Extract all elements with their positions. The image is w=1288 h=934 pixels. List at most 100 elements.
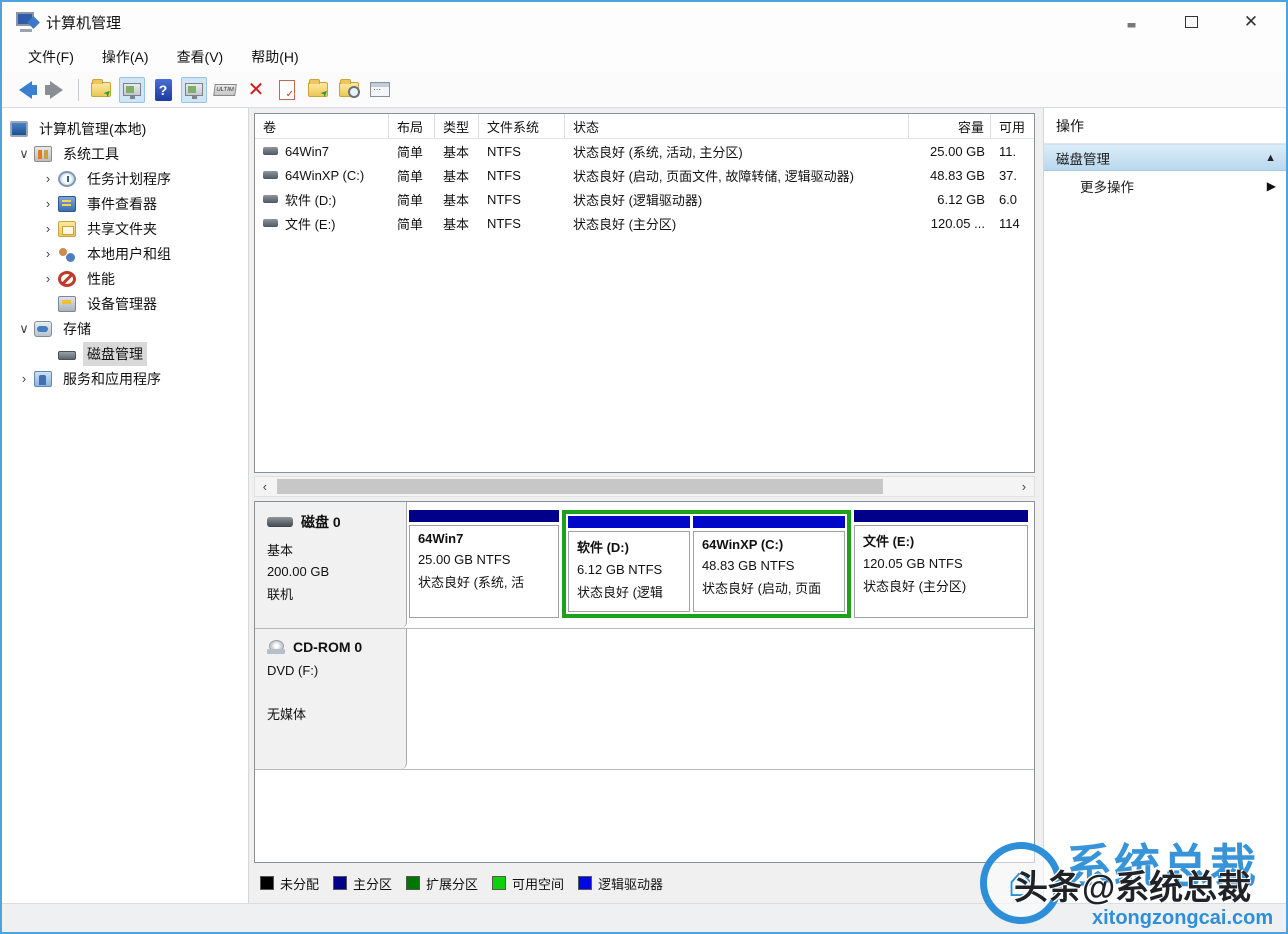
horizontal-scrollbar[interactable]: ‹ › [254, 476, 1035, 497]
column-header-filesystem[interactable]: 文件系统 [479, 114, 565, 138]
tree-item-event-viewer[interactable]: › 事件查看器 [2, 191, 248, 216]
column-header-capacity[interactable]: 容量 [909, 114, 991, 138]
disk-size: 200.00 GB [267, 564, 396, 579]
volume-name: 文件 (E:) [285, 214, 336, 233]
table-row[interactable]: 64Win7 简单 基本 NTFS 状态良好 (系统, 活动, 主分区) 25.… [255, 139, 1034, 163]
toolbar-separator [78, 79, 79, 101]
menu-file[interactable]: 文件(F) [16, 43, 86, 71]
chevron-right-icon[interactable]: › [14, 371, 34, 386]
volume-fs: NTFS [479, 192, 565, 207]
console-tree-icon[interactable] [181, 77, 207, 103]
cdrom-label[interactable]: CD-ROM 0 DVD (F:) 无媒体 [255, 629, 407, 769]
cdrom-drive: DVD (F:) [267, 663, 396, 678]
volume-type: 基本 [435, 166, 479, 185]
tree-item-label: 性能 [83, 267, 119, 291]
tree-item-label: 事件查看器 [83, 192, 161, 216]
forward-icon[interactable] [43, 77, 69, 103]
menu-help[interactable]: 帮助(H) [239, 43, 310, 71]
legend-swatch-free [492, 876, 506, 890]
table-row[interactable]: 64WinXP (C:) 简单 基本 NTFS 状态良好 (启动, 页面文件, … [255, 163, 1034, 187]
volume-icon [263, 147, 278, 155]
disk0-row: 磁盘 0 基本 200.00 GB 联机 64Win7 25.00 GB NTF… [255, 502, 1034, 629]
column-header-status[interactable]: 状态 [565, 114, 909, 138]
report-icon[interactable] [274, 77, 300, 103]
help-icon[interactable]: ? [150, 77, 176, 103]
volume-list: 卷 布局 类型 文件系统 状态 容量 可用 64Win7 简单 基本 NTFS … [254, 113, 1035, 473]
partition-size: 6.12 GB NTFS [577, 562, 681, 577]
search-folder-icon[interactable] [336, 77, 362, 103]
chevron-right-icon[interactable]: › [38, 171, 58, 186]
chevron-right-icon[interactable]: › [38, 271, 58, 286]
scrollbar-thumb[interactable] [277, 479, 883, 494]
partition-files-e[interactable]: 文件 (E:) 120.05 GB NTFS 状态良好 (主分区) [854, 510, 1028, 618]
column-header-layout[interactable]: 布局 [389, 114, 435, 138]
middle-pane: 卷 布局 类型 文件系统 状态 容量 可用 64Win7 简单 基本 NTFS … [249, 108, 1039, 903]
table-row[interactable]: 文件 (E:) 简单 基本 NTFS 状态良好 (主分区) 120.05 ...… [255, 211, 1034, 235]
export-list-icon[interactable]: ULTIM [212, 77, 238, 103]
partition-color-bar [854, 510, 1028, 522]
collapse-icon[interactable]: ▲ [1265, 152, 1276, 164]
chevron-down-icon[interactable]: ∨ [14, 321, 34, 337]
scrollbar-track[interactable] [275, 477, 1014, 496]
menu-action[interactable]: 操作(A) [90, 43, 161, 71]
partition-status: 状态良好 (启动, 页面 [702, 578, 836, 597]
tree-item-services-applications[interactable]: › 服务和应用程序 [2, 366, 248, 391]
back-icon[interactable] [12, 77, 38, 103]
column-header-type[interactable]: 类型 [435, 114, 479, 138]
refresh-folder-icon[interactable] [305, 77, 331, 103]
shared-folders-icon [58, 221, 76, 237]
open-folder-icon[interactable] [88, 77, 114, 103]
chevron-right-icon[interactable]: › [38, 221, 58, 236]
scroll-right-icon[interactable]: › [1014, 479, 1034, 494]
column-header-volume[interactable]: 卷 [255, 114, 389, 138]
tree-item-label: 本地用户和组 [83, 242, 175, 266]
actions-section-disk-management[interactable]: 磁盘管理 ▲ [1044, 144, 1286, 171]
legend-label: 逻辑驱动器 [598, 874, 663, 893]
local-users-groups-icon [58, 246, 76, 262]
volume-free: 11. [991, 144, 1029, 159]
disk-icon [267, 517, 293, 527]
maximize-icon[interactable] [1178, 11, 1204, 33]
window-title: 计算机管理 [46, 12, 121, 33]
partition-size: 120.05 GB NTFS [863, 556, 1019, 571]
tree-item-local-users-groups[interactable]: › 本地用户和组 [2, 241, 248, 266]
properties-icon[interactable] [367, 77, 393, 103]
tree-item-task-scheduler[interactable]: › 任务计划程序 [2, 166, 248, 191]
delete-icon[interactable]: ✕ [243, 77, 269, 103]
volume-status: 状态良好 (启动, 页面文件, 故障转储, 逻辑驱动器) [565, 166, 909, 185]
tree-item-system-tools[interactable]: ∨ 系统工具 [2, 141, 248, 166]
tree-item-label: 计算机管理(本地) [35, 117, 150, 141]
disk0-label[interactable]: 磁盘 0 基本 200.00 GB 联机 [255, 502, 407, 628]
tree-item-performance[interactable]: › 性能 [2, 266, 248, 291]
close-icon[interactable]: ✕ [1238, 11, 1264, 33]
actions-title: 操作 [1044, 108, 1286, 144]
more-actions-item[interactable]: 更多操作 ▶ [1044, 171, 1286, 201]
tree-item-label: 任务计划程序 [83, 167, 175, 191]
legend-item: 主分区 [333, 874, 392, 893]
scroll-left-icon[interactable]: ‹ [255, 479, 275, 494]
tree-item-storage[interactable]: ∨ 存储 [2, 316, 248, 341]
tree-item-label: 系统工具 [59, 142, 123, 166]
minimize-icon[interactable]: ▃ [1118, 11, 1144, 33]
disk-management-icon [58, 351, 76, 360]
chevron-down-icon[interactable]: ∨ [14, 146, 34, 162]
legend-swatch-unallocated [260, 876, 274, 890]
volume-name: 64WinXP (C:) [285, 168, 364, 183]
menu-view[interactable]: 查看(V) [165, 43, 236, 71]
partition-64winxp-c[interactable]: 64WinXP (C:) 48.83 GB NTFS 状态良好 (启动, 页面 [693, 516, 845, 612]
chevron-right-icon[interactable]: › [38, 196, 58, 211]
tree-item-disk-management[interactable]: 磁盘管理 [2, 341, 248, 366]
tree-item-shared-folders[interactable]: › 共享文件夹 [2, 216, 248, 241]
table-row[interactable]: 软件 (D:) 简单 基本 NTFS 状态良好 (逻辑驱动器) 6.12 GB … [255, 187, 1034, 211]
console-window-icon[interactable] [119, 77, 145, 103]
tree-item-device-manager[interactable]: 设备管理器 [2, 291, 248, 316]
disk-graphical-view: 磁盘 0 基本 200.00 GB 联机 64Win7 25.00 GB NTF… [254, 501, 1035, 863]
partition-software-d[interactable]: 软件 (D:) 6.12 GB NTFS 状态良好 (逻辑 [568, 516, 690, 612]
volume-capacity: 25.00 GB [909, 144, 991, 159]
partition-64win7[interactable]: 64Win7 25.00 GB NTFS 状态良好 (系统, 活 [409, 510, 559, 618]
tree-item-computer-management[interactable]: 计算机管理(本地) [2, 116, 248, 141]
column-header-free[interactable]: 可用 [991, 114, 1029, 138]
volume-icon [263, 219, 278, 227]
legend-item: 逻辑驱动器 [578, 874, 663, 893]
chevron-right-icon[interactable]: › [38, 246, 58, 261]
